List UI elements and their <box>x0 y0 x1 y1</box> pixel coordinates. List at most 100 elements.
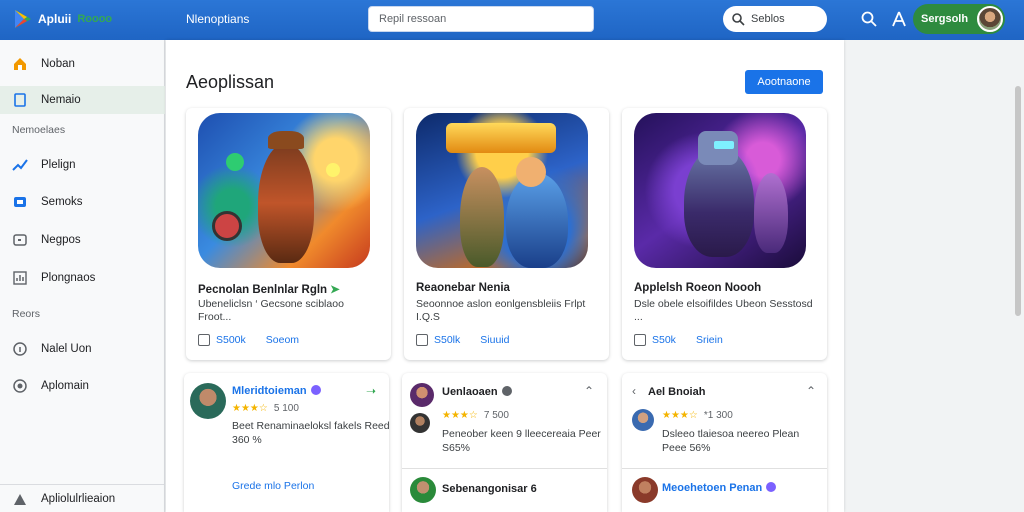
verified-badge-icon <box>766 482 777 492</box>
card-action-link[interactable]: Sriein <box>696 334 723 346</box>
stars-text: ★★★☆ <box>662 410 698 421</box>
review-link[interactable]: Grede mlo Perlon <box>232 480 314 492</box>
app-title-text: Pecnolan Benlnlar Rgln <box>198 284 328 296</box>
stars-text: ★★★☆ <box>442 410 478 421</box>
app-card[interactable]: Reaonebar Nenia Seoonnoe aslon eonlgensb… <box>404 108 609 360</box>
reviewer-name[interactable]: Mleridtoieman <box>232 385 321 397</box>
page-title: Aeoplissan <box>186 72 275 92</box>
avatar <box>632 477 658 503</box>
settings-icon <box>13 379 27 393</box>
rating-count: 5 100 <box>273 403 299 414</box>
sidebar-item-label: Semoks <box>41 196 83 208</box>
review-card[interactable]: Uenlaoaen ⌃ ★★★☆ 7 500 Peneober keen 9 ll… <box>402 373 607 512</box>
review-text: Beet Renaminaeloksl fakels Reed 360 % <box>232 420 390 446</box>
search-icon <box>732 13 745 26</box>
avatar <box>632 409 654 431</box>
card-action-link[interactable]: Soeom <box>266 334 299 346</box>
sidebar-item-label: Plelign <box>41 159 76 171</box>
arrow-right-icon[interactable]: ➝ <box>366 384 380 398</box>
sidebar-item-charts[interactable]: Plongnaos <box>0 264 165 292</box>
logo-text: Apluii <box>38 12 72 26</box>
avatar <box>190 383 226 419</box>
reviewer-name[interactable]: Uenlaoaen <box>442 386 512 398</box>
app-description: Dsle obele elsoifildes Ubeon Sesstosd ..… <box>634 298 813 323</box>
app-thumbnail[interactable] <box>416 113 588 268</box>
verified-badge-icon <box>310 385 321 395</box>
sidebar-item-settings[interactable]: Aplomain <box>0 372 165 400</box>
search-secondary-label: Seblos <box>751 13 785 25</box>
user-account-chip[interactable]: Sergsolh <box>913 4 1005 34</box>
sidebar-item-label: Noban <box>41 58 75 70</box>
verified-badge-icon <box>501 386 512 396</box>
divider <box>402 468 607 469</box>
main-panel: Aeoplissan Aootnaone Pecnolan Benlnlar R… <box>166 40 844 512</box>
app-thumbnail[interactable] <box>198 113 370 268</box>
play-logo-icon <box>15 10 31 28</box>
app-description: Ubeneliclsn ‘ Gecsone sciblaoo Froot... <box>198 298 344 323</box>
sidebar-section-label: Nemoelaes <box>12 124 66 136</box>
app-thumbnail[interactable] <box>634 113 806 268</box>
sidebar-item-label: Nalel Uon <box>41 343 92 355</box>
chevron-up-icon[interactable]: ⌃ <box>584 384 598 398</box>
reviewer-name-text: Mleridtoieman <box>232 385 307 397</box>
card-actions: S50lk Siuuid <box>416 334 509 346</box>
install-icon <box>416 334 428 346</box>
app-title[interactable]: Reaonebar Nenia <box>416 282 510 294</box>
app-card[interactable]: Applelsh Roeon Noooh Dsle obele elsoifil… <box>622 108 827 360</box>
sidebar-item-home[interactable]: Noban <box>0 50 165 78</box>
rating-stars: ★★★☆ 7 500 <box>442 410 509 421</box>
video-icon <box>13 234 27 246</box>
sidebar-item-label: Aplomain <box>41 380 89 392</box>
trending-icon <box>12 159 28 171</box>
sidebar-footer-item[interactable]: Apliolulrlieaion <box>0 484 165 512</box>
sidebar-item-bookmarks[interactable]: Nemaio <box>0 86 165 114</box>
app-title[interactable]: Pecnolan Benlnlar Rgln ➤ <box>198 282 340 296</box>
sidebar-section-label: Reors <box>12 308 41 320</box>
add-person-icon[interactable] <box>890 10 908 28</box>
arrow-right-icon: ➤ <box>330 284 340 296</box>
review-card[interactable]: Mleridtoieman ➝ ★★★☆ 5 100 Beet Renaminae… <box>184 373 390 512</box>
rating-count: *1 300 <box>703 410 733 421</box>
app-logo[interactable]: Apluii Roooo <box>12 8 112 30</box>
reviewer-name-text: Meoehetoen Penan <box>662 482 763 494</box>
app-launcher-icon <box>14 493 26 505</box>
reviewer-name[interactable]: Meoehetoen Penan <box>662 482 777 494</box>
search-icon[interactable] <box>860 10 878 28</box>
search-input[interactable]: Repil ressoan <box>368 6 594 32</box>
app-description: Seoonnoe aslon eonlgensbleiis Frlpt I.Q.… <box>416 298 586 323</box>
sidebar-item-trending[interactable]: Plelign <box>0 151 165 179</box>
card-action-link[interactable]: S50k <box>652 334 676 346</box>
sidebar-item-info[interactable]: Nalel Uon <box>0 335 165 363</box>
sidebar-item-videos[interactable]: Negpos <box>0 226 165 254</box>
reviewer-name[interactable]: Ael Bnoiah <box>648 386 705 398</box>
review-text: Peneober keen 9 lleecereaia Peer S65% <box>442 428 601 454</box>
games-icon <box>14 197 26 207</box>
logo-accent-text: Roooo <box>77 13 113 25</box>
rating-stars: ★★★☆ *1 300 <box>662 410 733 421</box>
install-icon <box>198 334 210 346</box>
app-title[interactable]: Applelsh Roeon Noooh <box>634 282 761 294</box>
card-action-link[interactable]: Siuuid <box>480 334 509 346</box>
search-secondary-input[interactable]: Seblos <box>723 6 827 32</box>
chevron-left-icon[interactable]: ‹ <box>632 384 646 398</box>
top-app-bar: Apluii Roooo Nlenoptians Repil ressoan S… <box>0 0 1024 40</box>
rating-stars: ★★★☆ 5 100 <box>232 403 299 414</box>
avatar <box>977 6 1003 32</box>
avatar <box>410 383 434 407</box>
review-card[interactable]: ‹ Ael Bnoiah ⌃ ★★★☆ *1 300 Dsleeo tlaieso… <box>622 373 827 512</box>
card-action-link[interactable]: S50lk <box>434 334 460 346</box>
install-icon <box>634 334 646 346</box>
scrollbar[interactable] <box>1015 86 1021 316</box>
primary-action-button[interactable]: Aootnaone <box>745 70 823 94</box>
chart-icon <box>13 271 27 285</box>
bookmark-icon <box>14 93 26 107</box>
sidebar-item-games[interactable]: Semoks <box>0 188 165 216</box>
card-actions: S500k Soeom <box>198 334 299 346</box>
chevron-up-icon[interactable]: ⌃ <box>806 384 820 398</box>
reviewer-name[interactable]: Sebenangonisar 6 <box>442 483 537 495</box>
app-card[interactable]: Pecnolan Benlnlar Rgln ➤ Ubeneliclsn ‘ Ge… <box>186 108 391 360</box>
sidebar-item-label: Plongnaos <box>41 272 96 284</box>
sidebar-item-label: Negpos <box>41 234 81 246</box>
reviewer-name-text: Uenlaoaen <box>442 386 498 398</box>
card-action-link[interactable]: S500k <box>216 334 246 346</box>
